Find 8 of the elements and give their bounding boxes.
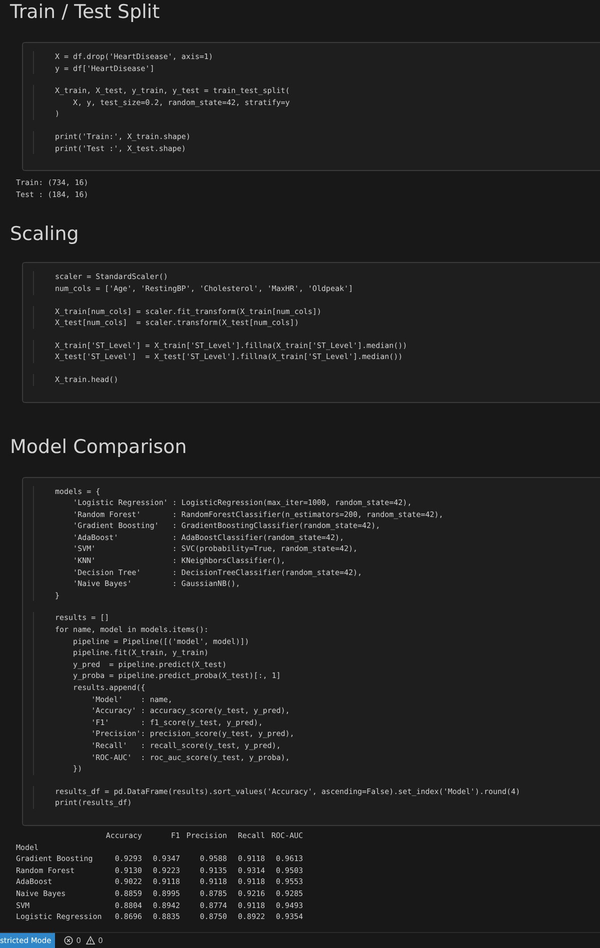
warning-icon[interactable] (86, 936, 96, 945)
code-cell[interactable] (22, 476, 600, 826)
code-cell[interactable] (22, 262, 600, 402)
section-heading: Scaling (9, 222, 80, 248)
code-cell[interactable] (22, 42, 600, 172)
error-icon[interactable] (64, 936, 74, 945)
section-heading: Model Comparison (9, 434, 188, 460)
section-heading: Train / Test Split (9, 0, 161, 25)
